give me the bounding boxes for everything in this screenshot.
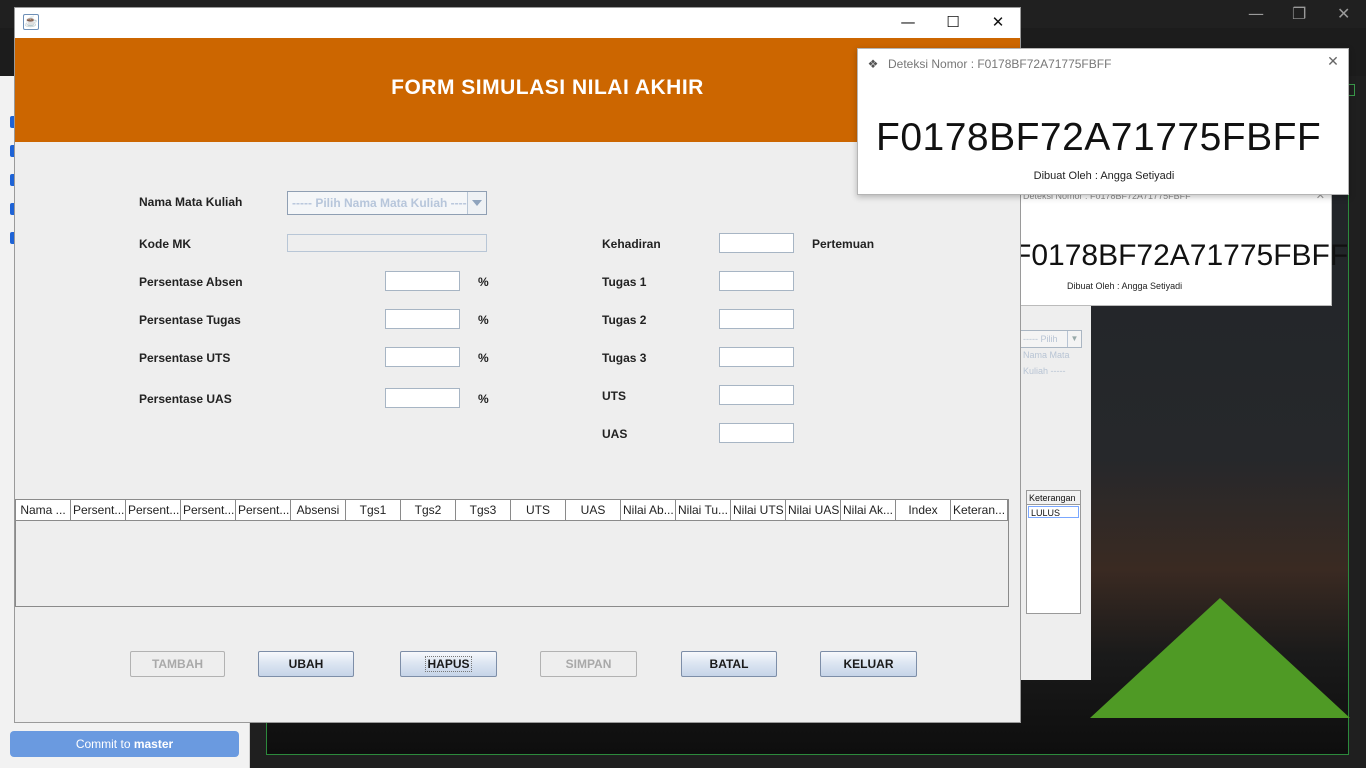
tugas1-field[interactable] [719,271,794,291]
column-header[interactable]: Tgs2 [401,500,456,520]
kode-mk-label: Kode MK [139,237,191,251]
column-header[interactable]: Nilai Ak... [841,500,896,520]
column-header[interactable]: Nilai UAS [786,500,841,520]
uts-label: UTS [602,389,626,403]
commit-branch: master [133,737,174,751]
nama-mata-kuliah-combobox[interactable]: ----- Pilih Nama Mata Kuliah ----- [287,191,487,215]
minimize-button[interactable]: — [885,8,931,38]
column-header[interactable]: Absensi [291,500,346,520]
persentase-tugas-label: Persentase Tugas [139,313,241,327]
column-header[interactable]: Persent... [71,500,126,520]
batal-button[interactable]: BATAL [681,651,777,677]
column-header[interactable]: Persent... [126,500,181,520]
tugas2-label: Tugas 2 [602,313,647,327]
persentase-absen-label: Persentase Absen [139,275,243,289]
popup-close-button[interactable]: ✕ [1324,53,1342,71]
column-header[interactable]: Index [896,500,951,520]
window-titlebar: ☕ — ☐ ✕ [15,8,1020,38]
persentase-uts-field[interactable] [385,347,460,367]
java-cup-icon: ☕ [23,14,39,30]
commit-prefix: Commit to [75,737,134,751]
background-combo-text: ----- Pilih Nama Mata Kuliah ----- [1023,334,1070,376]
nilai-table[interactable]: Nama ... Persent... Persent... Persent..… [15,499,1009,607]
tugas1-label: Tugas 1 [602,275,647,289]
popup-title: Deteksi Nomor : F0178BF72A71775FBFF [888,57,1112,71]
uts-field[interactable] [719,385,794,405]
uas-label: UAS [602,427,628,441]
table-header: Nama ... Persent... Persent... Persent..… [16,500,1008,521]
close-button[interactable]: ✕ [975,8,1021,38]
column-header[interactable]: UTS [511,500,566,520]
app-icon: ❖ [867,57,879,71]
nama-mata-kuliah-selected: ----- Pilih Nama Mata Kuliah ----- [292,196,471,210]
background-form-window: ----- Pilih Nama Mata Kuliah ----- ▼ Kete… [1020,306,1091,680]
kehadiran-label: Kehadiran [602,237,661,251]
nama-mata-kuliah-label: Nama Mata Kuliah [139,195,243,209]
background-table-cell: LULUS [1028,506,1079,518]
chevron-down-icon[interactable] [467,192,486,214]
background-restore-icon[interactable]: ❐ [1292,4,1306,23]
column-header[interactable]: Nilai UTS [731,500,786,520]
pertemuan-label: Pertemuan [812,237,875,251]
column-header[interactable]: Persent... [236,500,291,520]
hapus-button[interactable]: HAPUS [400,651,497,677]
column-header[interactable]: Nama ... [16,500,71,520]
ubah-button[interactable]: UBAH [258,651,354,677]
popup-author: Dibuat Oleh : Angga Setiyadi [1033,170,1175,182]
background-serial-popup: Deteksi Nomor : F0178BF72A71775FBFF ✕ F0… [1013,186,1348,306]
percent-sign: % [478,313,489,327]
tugas3-label: Tugas 3 [602,351,647,365]
column-header[interactable]: Tgs1 [346,500,401,520]
persentase-uts-label: Persentase UTS [139,351,231,365]
percent-sign: % [478,351,489,365]
background-minimize-icon[interactable]: — [1248,4,1264,23]
kode-mk-field[interactable] [287,234,487,252]
hapus-button-label: HAPUS [425,656,472,672]
maximize-button[interactable]: ☐ [930,8,976,38]
tugas3-field[interactable] [719,347,794,367]
background-close-icon[interactable]: ✕ [1337,4,1350,23]
keluar-button[interactable]: KELUAR [820,651,917,677]
background-popup-author: Dibuat Oleh : Angga Setiyadi [1067,281,1183,291]
background-table: Keterangan LULUS [1026,490,1081,614]
column-header[interactable]: UAS [566,500,621,520]
column-header[interactable]: Nilai Ab... [621,500,676,520]
chevron-down-icon: ▼ [1067,331,1081,347]
kehadiran-field[interactable] [719,233,794,253]
persentase-uas-label: Persentase UAS [139,392,232,406]
background-tent [1090,598,1350,718]
background-table-header: Keterangan [1027,491,1080,505]
column-header[interactable]: Tgs3 [456,500,511,520]
percent-sign: % [478,275,489,289]
persentase-absen-field[interactable] [385,271,460,291]
commit-to-master-button[interactable]: Commit to master [10,731,239,757]
column-header[interactable]: Keteran... [951,500,1008,520]
column-header[interactable]: Persent... [181,500,236,520]
serial-number: F0178BF72A71775FBFF [876,116,1322,159]
tambah-button[interactable]: TAMBAH [130,651,225,677]
background-combo: ----- Pilih Nama Mata Kuliah ----- ▼ [1020,330,1082,376]
background-popup-serial: F0178BF72A71775FBFF [1013,239,1349,272]
column-header[interactable]: Nilai Tu... [676,500,731,520]
simpan-button[interactable]: SIMPAN [540,651,637,677]
tugas2-field[interactable] [719,309,794,329]
deteksi-nomor-popup: ❖ Deteksi Nomor : F0178BF72A71775FBFF ✕ … [857,48,1349,195]
persentase-tugas-field[interactable] [385,309,460,329]
persentase-uas-field[interactable] [385,388,460,408]
uas-field[interactable] [719,423,794,443]
percent-sign: % [478,392,489,406]
